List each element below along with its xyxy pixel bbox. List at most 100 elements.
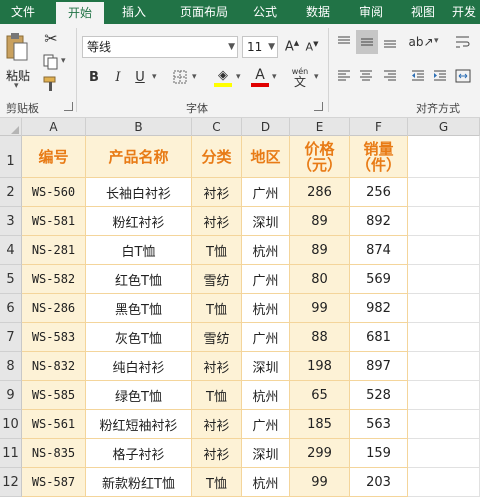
format-painter-button[interactable] [40,74,62,94]
table-cell[interactable]: NS-281 [22,236,86,265]
table-cell[interactable]: 杭州 [242,294,290,323]
align-left-button[interactable] [334,66,354,86]
empty-cell[interactable] [408,468,480,497]
font-size-combo[interactable]: 11 ▼ [242,36,278,58]
fill-dropdown-icon[interactable]: ▾ [236,72,241,82]
table-cell[interactable]: T恤 [192,236,242,265]
row-header[interactable]: 3 [0,207,22,236]
column-header-a[interactable]: A [22,118,86,136]
empty-cell[interactable] [408,323,480,352]
empty-cell[interactable] [408,207,480,236]
column-header-d[interactable]: D [242,118,290,136]
table-cell[interactable]: 衬衫 [192,352,242,381]
increase-font-button[interactable]: A▲ [283,36,301,58]
borders-dropdown-icon[interactable]: ▾ [192,72,197,82]
empty-cell[interactable] [408,294,480,323]
header-cell-e[interactable]: 价格 （元） [290,136,350,178]
empty-cell[interactable] [408,352,480,381]
row-header[interactable]: 7 [0,323,22,352]
table-cell[interactable]: 衬衫 [192,178,242,207]
wrap-text-button[interactable] [452,32,474,52]
decrease-indent-button[interactable] [408,66,428,86]
table-cell[interactable]: 99 [290,294,350,323]
table-cell[interactable]: 159 [350,439,408,468]
row-header[interactable]: 10 [0,410,22,439]
underline-button[interactable]: U [132,66,148,88]
align-right-button[interactable] [380,66,400,86]
copy-button[interactable] [40,52,62,72]
table-cell[interactable]: 563 [350,410,408,439]
bold-button[interactable]: B [86,66,102,88]
table-cell[interactable]: 衬衫 [192,207,242,236]
table-cell[interactable]: T恤 [192,468,242,497]
font-name-combo[interactable]: 等线 ▼ [82,36,238,58]
table-cell[interactable]: 雪纺 [192,265,242,294]
table-cell[interactable]: 982 [350,294,408,323]
empty-cell[interactable] [408,265,480,294]
row-header[interactable]: 5 [0,265,22,294]
tab-developer[interactable]: 开发 [452,0,480,24]
orientation-dropdown-icon[interactable]: ▾ [434,36,439,46]
tab-file[interactable]: 文件 [0,0,46,24]
table-cell[interactable]: 格子衬衫 [86,439,192,468]
row-header[interactable]: 2 [0,178,22,207]
empty-cell[interactable] [408,236,480,265]
font-color-button[interactable]: A [250,64,270,90]
table-cell[interactable]: 65 [290,381,350,410]
table-cell[interactable]: 黑色T恤 [86,294,192,323]
row-header[interactable]: 9 [0,381,22,410]
row-header[interactable]: 4 [0,236,22,265]
table-cell[interactable]: 80 [290,265,350,294]
table-cell[interactable]: 新款粉红T恤 [86,468,192,497]
table-cell[interactable]: 569 [350,265,408,294]
table-cell[interactable]: WS-585 [22,381,86,410]
column-header-b[interactable]: B [86,118,192,136]
font-color-dropdown-icon[interactable]: ▾ [272,72,277,82]
row-header[interactable]: 8 [0,352,22,381]
table-cell[interactable]: 广州 [242,178,290,207]
underline-dropdown-icon[interactable]: ▾ [152,72,157,82]
font-launcher-icon[interactable] [314,102,323,111]
table-cell[interactable]: 深圳 [242,352,290,381]
paste-dropdown-icon[interactable]: ▾ [14,81,19,91]
empty-cell[interactable] [408,178,480,207]
column-header-e[interactable]: E [290,118,350,136]
table-cell[interactable]: T恤 [192,294,242,323]
align-top-button[interactable] [334,32,354,52]
table-cell[interactable]: 纯白衬衫 [86,352,192,381]
tab-data[interactable]: 数据 [298,0,338,24]
table-cell[interactable]: 杭州 [242,381,290,410]
decrease-font-button[interactable]: A▼ [303,36,321,58]
table-cell[interactable]: 185 [290,410,350,439]
header-cell-c[interactable]: 分类 [192,136,242,178]
clipboard-launcher-icon[interactable] [64,102,73,111]
cut-button[interactable]: ✂ [40,28,62,48]
tab-page-layout[interactable]: 页面布局 [164,0,244,24]
empty-cell[interactable] [408,439,480,468]
table-cell[interactable]: 长袖白衬衫 [86,178,192,207]
table-cell[interactable]: 广州 [242,265,290,294]
merge-center-button[interactable] [452,66,474,86]
select-all-corner[interactable] [0,118,22,136]
table-cell[interactable]: 874 [350,236,408,265]
table-cell[interactable]: 杭州 [242,468,290,497]
header-cell-d[interactable]: 地区 [242,136,290,178]
align-middle-button[interactable] [356,30,378,54]
table-cell[interactable]: 256 [350,178,408,207]
table-cell[interactable]: T恤 [192,381,242,410]
header-cell-f[interactable]: 销量 （件） [350,136,408,178]
table-cell[interactable]: 杭州 [242,236,290,265]
table-cell[interactable]: WS-587 [22,468,86,497]
tab-review[interactable]: 审阅 [352,0,390,24]
table-cell[interactable]: 白T恤 [86,236,192,265]
increase-indent-button[interactable] [430,66,450,86]
paste-button[interactable] [4,30,30,64]
table-cell[interactable]: 897 [350,352,408,381]
row-header[interactable]: 12 [0,468,22,497]
table-cell[interactable]: 广州 [242,323,290,352]
table-cell[interactable]: 88 [290,323,350,352]
table-cell[interactable]: WS-581 [22,207,86,236]
column-header-c[interactable]: C [192,118,242,136]
column-header-f[interactable]: F [350,118,408,136]
copy-dropdown-icon[interactable]: ▾ [61,56,66,66]
